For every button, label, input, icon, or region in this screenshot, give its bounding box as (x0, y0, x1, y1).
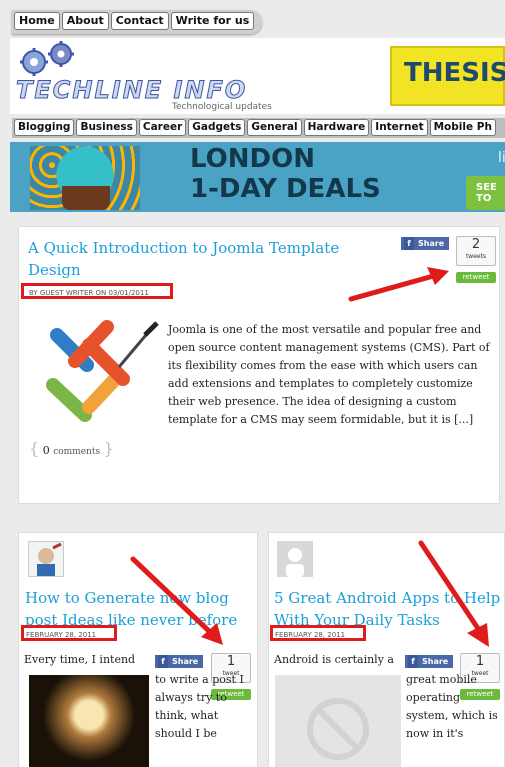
post-excerpt-first: Every time, I intend (24, 653, 136, 666)
cat-hardware[interactable]: Hardware (303, 119, 370, 136)
nav-home[interactable]: Home (14, 12, 60, 30)
banner-line-2: 1-DAY DEALS (190, 174, 381, 204)
cat-blogging[interactable]: Blogging (14, 119, 75, 136)
annotation-arrow-icon (348, 267, 449, 302)
facebook-share-button[interactable]: Share (155, 655, 204, 668)
annotation-highlight-box (270, 625, 366, 641)
header-ad-text: THESIS (404, 58, 505, 88)
brace-open: { (29, 439, 40, 458)
featured-post-card: A Quick Introduction to Joomla Template … (18, 226, 500, 504)
brace-close: } (103, 439, 114, 458)
cat-mobile-phones[interactable]: Mobile Ph (429, 119, 496, 136)
header-ad[interactable]: THESIS (390, 46, 505, 106)
category-nav: Blogging Business Career Gadgets General… (12, 118, 505, 138)
retweet-button[interactable]: retweet (456, 272, 496, 283)
top-nav: Home About Contact Write for us (12, 10, 263, 34)
post-card: How to Generate new blog post Ideas like… (18, 532, 258, 767)
post-excerpt: to write a post I always try to think, w… (155, 673, 244, 740)
avatar-image (37, 542, 62, 576)
no-image-icon (307, 698, 369, 760)
site-tagline: Technological updates (172, 102, 272, 112)
annotation-highlight-box (21, 283, 173, 299)
default-avatar-icon (286, 548, 304, 577)
comments-link[interactable]: { 0 comments } (29, 439, 114, 458)
site-header: TECHLINE INFO Technological updates THES… (10, 38, 505, 114)
nav-write-for-us[interactable]: Write for us (170, 12, 255, 30)
comments-label: comments (53, 447, 101, 457)
cat-career[interactable]: Career (138, 119, 187, 136)
lightbulb-image (29, 675, 149, 767)
site-logo[interactable]: TECHLINE INFO (15, 76, 247, 105)
author-avatar (28, 541, 64, 577)
placeholder-image (275, 675, 401, 767)
joomla-logo-image (46, 320, 159, 422)
nav-about[interactable]: About (61, 12, 109, 30)
post-excerpt: Joomla is one of the most versatile and … (168, 323, 490, 426)
tweet-counter: 2 tweets (456, 236, 496, 266)
post-excerpt-first: Android is certainly a (274, 653, 394, 666)
facebook-share-button[interactable]: Share (401, 237, 450, 250)
banner-headline: LONDON 1-DAY DEALS (190, 144, 381, 204)
tweet-count: 1 (475, 654, 485, 669)
banner-side-text: liv (498, 150, 505, 166)
comments-count: 0 (42, 444, 50, 457)
author-avatar (277, 541, 313, 577)
banner-button[interactable]: SEE TO (466, 176, 505, 210)
main-content: A Quick Introduction to Joomla Template … (10, 212, 505, 767)
gears-logo-icon (20, 41, 74, 76)
deals-banner[interactable]: LONDON 1-DAY DEALS liv SEE TO (10, 142, 505, 212)
facebook-share-button[interactable]: Share (405, 655, 454, 668)
post-excerpt: great mobile operating system, which is … (406, 673, 498, 740)
banner-line-1: LONDON (190, 144, 315, 174)
annotation-arrow-icon (130, 556, 223, 645)
tweet-count: 2 (471, 237, 481, 252)
cat-internet[interactable]: Internet (371, 119, 428, 136)
tweet-count: 1 (226, 654, 236, 669)
cupcake-base (62, 186, 110, 210)
post-card: 5 Great Android Apps to Help With Your D… (268, 532, 505, 767)
post-title-link[interactable]: A Quick Introduction to Joomla Template … (28, 237, 378, 281)
cat-general[interactable]: General (247, 119, 302, 136)
annotation-highlight-box (21, 625, 117, 641)
nav-contact[interactable]: Contact (110, 12, 169, 30)
cat-business[interactable]: Business (76, 119, 137, 136)
cat-gadgets[interactable]: Gadgets (188, 119, 246, 136)
tweet-count-label: tweets (465, 253, 487, 260)
annotation-arrow-icon (418, 540, 489, 647)
